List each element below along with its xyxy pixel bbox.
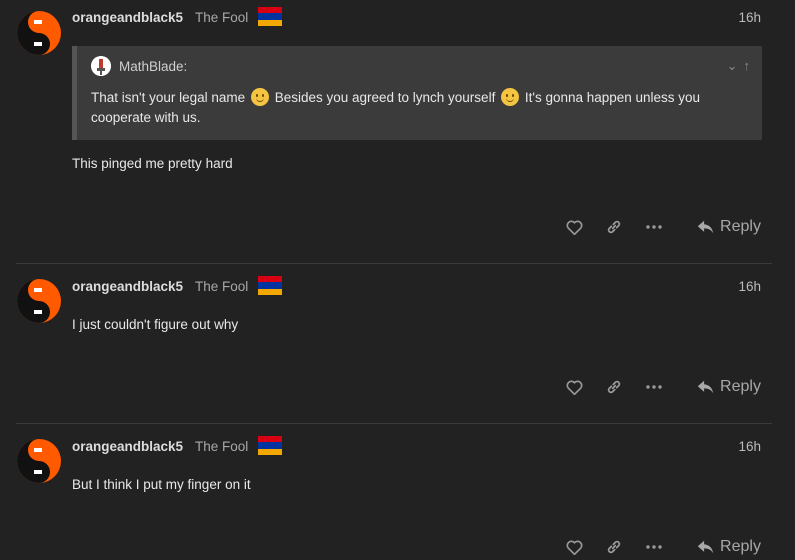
post-author[interactable]: orangeandblack5 <box>72 439 183 454</box>
quote-avatar <box>91 56 111 76</box>
post-actions: Reply <box>495 534 795 560</box>
post-divider <box>16 263 772 264</box>
link-icon <box>607 380 621 394</box>
heart-icon <box>566 380 582 395</box>
quote-header: MathBlade: <box>91 56 187 76</box>
post-time[interactable]: 16h <box>738 279 761 294</box>
post-body: But I think I put my finger on it <box>72 477 251 492</box>
heart-icon <box>566 220 582 235</box>
slightly-smiling-face-icon <box>250 88 269 106</box>
arrow-up-icon[interactable]: ↑ <box>744 58 751 74</box>
post-time[interactable]: 16h <box>738 439 761 454</box>
reply-button[interactable]: Reply <box>693 214 765 240</box>
quote-author[interactable]: MathBlade: <box>119 59 187 74</box>
user-title: The Fool <box>195 279 249 294</box>
reply-button[interactable]: Reply <box>693 534 765 560</box>
more-options-button[interactable] <box>641 534 667 560</box>
quote-block: MathBlade: ⌄ ↑ That isn't your legal nam… <box>72 46 762 140</box>
user-avatar[interactable] <box>16 278 62 324</box>
post-1: orangeandblack5 The Fool 16h MathBlade: … <box>0 0 795 262</box>
share-link-button[interactable] <box>601 214 627 240</box>
flag-icon <box>258 7 282 26</box>
ellipsis-icon <box>646 385 662 389</box>
quote-text-part: Besides you agreed to lynch yourself <box>274 90 496 105</box>
link-icon <box>607 220 621 234</box>
like-button[interactable] <box>561 534 587 560</box>
post-2: orangeandblack5 The Fool 16h I just coul… <box>0 270 795 422</box>
reply-label: Reply <box>720 378 761 395</box>
reply-label: Reply <box>720 218 761 235</box>
post-author[interactable]: orangeandblack5 <box>72 10 183 25</box>
user-avatar[interactable] <box>16 10 62 56</box>
quote-text-part: That isn't your legal name <box>91 90 246 105</box>
ellipsis-icon <box>646 545 662 549</box>
share-link-button[interactable] <box>601 534 627 560</box>
like-button[interactable] <box>561 214 587 240</box>
ellipsis-icon <box>646 225 662 229</box>
link-icon <box>607 540 621 554</box>
user-title: The Fool <box>195 439 249 454</box>
post-divider <box>16 423 772 424</box>
reply-button[interactable]: Reply <box>693 374 765 400</box>
more-options-button[interactable] <box>641 214 667 240</box>
quote-text: That isn't your legal name Besides you a… <box>91 88 741 128</box>
chevron-down-icon[interactable]: ⌄ <box>727 58 738 74</box>
share-link-button[interactable] <box>601 374 627 400</box>
post-body: This pinged me pretty hard <box>72 156 233 171</box>
post-actions: Reply <box>495 214 795 240</box>
reply-icon <box>697 380 714 394</box>
slightly-smiling-face-icon <box>501 88 520 106</box>
reply-icon <box>697 540 714 554</box>
post-body: I just couldn't figure out why <box>72 317 239 332</box>
user-avatar[interactable] <box>16 438 62 484</box>
heart-icon <box>566 540 582 555</box>
flag-icon <box>258 436 282 455</box>
post-3: orangeandblack5 The Fool 16h But I think… <box>0 430 795 560</box>
flag-icon <box>258 276 282 295</box>
post-author[interactable]: orangeandblack5 <box>72 279 183 294</box>
reply-label: Reply <box>720 538 761 555</box>
quote-controls: ⌄ ↑ <box>727 58 750 74</box>
post-actions: Reply <box>495 374 795 400</box>
reply-icon <box>697 220 714 234</box>
like-button[interactable] <box>561 374 587 400</box>
more-options-button[interactable] <box>641 374 667 400</box>
post-time[interactable]: 16h <box>738 10 761 25</box>
user-title: The Fool <box>195 10 249 25</box>
